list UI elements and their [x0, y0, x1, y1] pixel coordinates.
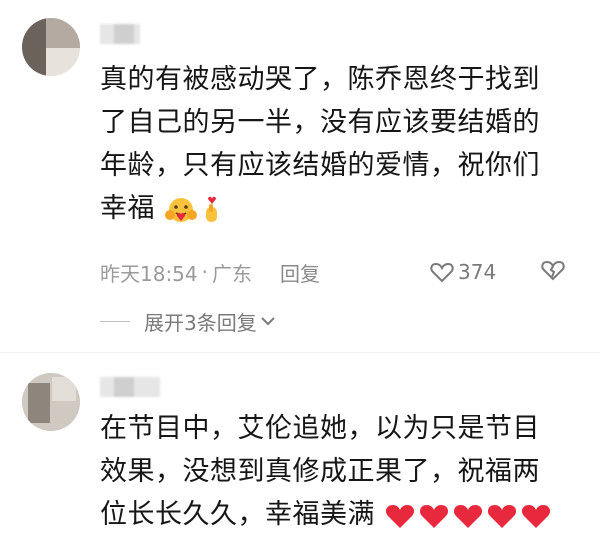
avatar[interactable]: [22, 18, 80, 76]
comment-meta: 昨天18:54 · 广东 回复 374: [100, 257, 580, 287]
dislike-button[interactable]: [540, 259, 566, 286]
heart-emoji-row: [384, 501, 552, 531]
comment-location: 广东: [212, 261, 252, 286]
finger-heart-icon: [206, 196, 218, 222]
expand-replies-button[interactable]: 展开3条回复: [100, 308, 277, 335]
avatar[interactable]: [22, 373, 80, 431]
like-button[interactable]: 374: [430, 260, 496, 284]
chevron-down-icon: [261, 317, 275, 326]
comment-text: 在节目中，艾伦追她，以为只是节目 效果，没想到真修成正果了，祝福两 位长长久久，…: [100, 407, 570, 536]
username[interactable]: [100, 377, 160, 397]
heart-icon: [488, 504, 517, 528]
comment-item: 在节目中，艾伦追她，以为只是节目 效果，没想到真修成正果了，祝福两 位长长久久，…: [0, 355, 600, 549]
like-count: 374: [458, 260, 497, 284]
separator-dot: ·: [201, 260, 208, 284]
hug-emoji-icon: [165, 197, 198, 222]
expand-replies-label: 展开3条回复: [144, 310, 257, 335]
heart-outline-icon: [430, 262, 454, 283]
comment-item: 真的有被感动哭了，陈乔恩终于找到 了自己的另一半，没有应该要结婚的 年龄，只有应…: [0, 0, 600, 345]
divider-line: [100, 320, 130, 322]
comment-time: 昨天18:54: [100, 261, 198, 286]
heart-icon: [454, 504, 483, 528]
heart-icon: [522, 504, 551, 528]
reply-button[interactable]: 回复: [280, 258, 320, 287]
heart-icon: [420, 504, 449, 528]
comment-divider: [0, 352, 600, 353]
broken-heart-icon: [541, 260, 565, 280]
comment-text: 真的有被感动哭了，陈乔恩终于找到 了自己的另一半，没有应该要结婚的 年龄，只有应…: [100, 64, 540, 224]
heart-icon: [386, 504, 415, 528]
username[interactable]: [100, 24, 140, 44]
